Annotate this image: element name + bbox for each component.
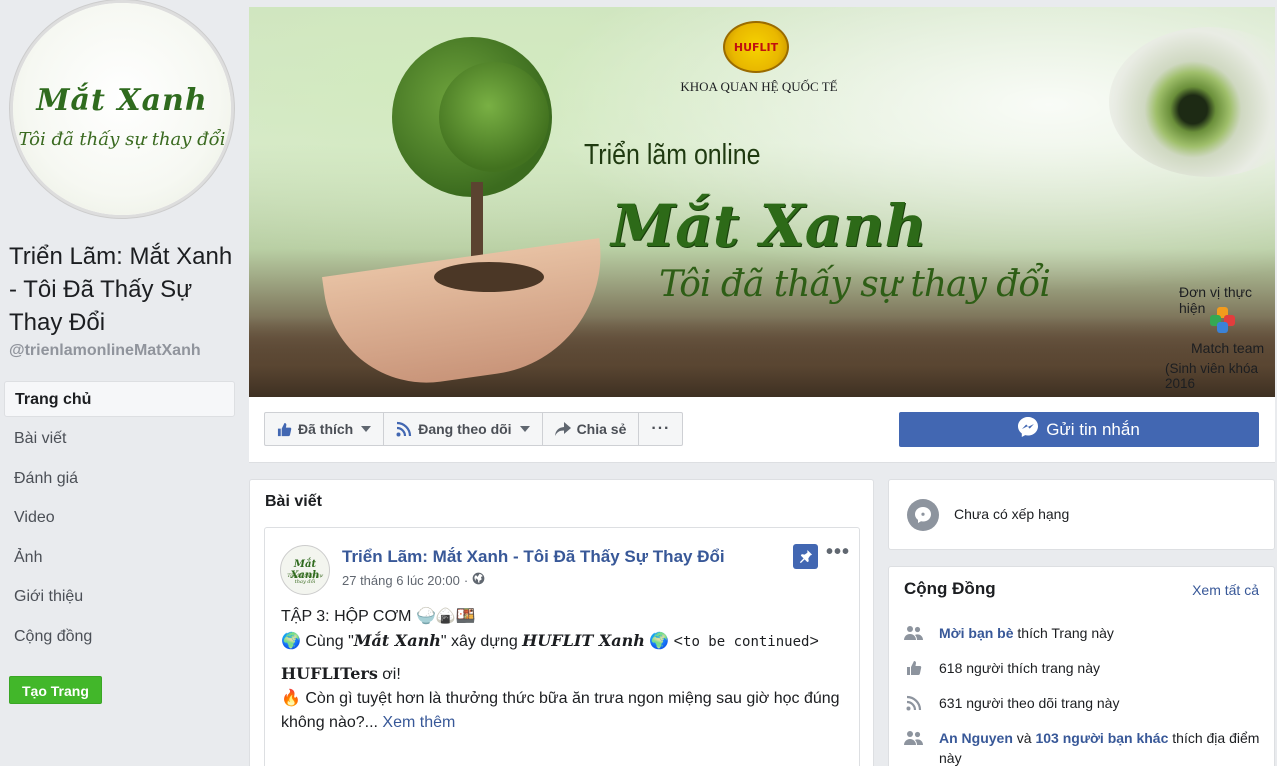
- cover-subtitle: Tôi đã thấy sự thay đổi: [659, 264, 1051, 305]
- messenger-icon: [1018, 417, 1039, 442]
- rating-card: Chưa có xếp hạng: [888, 479, 1275, 550]
- more-options-button[interactable]: ···: [639, 413, 682, 445]
- send-message-button[interactable]: Gửi tin nhắn: [899, 412, 1259, 447]
- community-invite-row: Mời bạn bè thích Trang này: [904, 623, 1264, 643]
- other-friends-link[interactable]: 103 người bạn khác: [1035, 730, 1168, 746]
- chevron-down-icon: [519, 426, 530, 432]
- friend-name-link[interactable]: An Nguyen: [939, 730, 1013, 746]
- post-line-2-mid: " xây dựng: [440, 633, 523, 650]
- send-message-label: Gửi tin nhắn: [1046, 419, 1140, 439]
- post-line-2-end: >: [809, 633, 819, 650]
- page-title[interactable]: Triển Lãm: Mắt Xanh - Tôi Đã Thấy Sự Tha…: [9, 240, 239, 339]
- nav-item-posts[interactable]: Bài viết: [4, 421, 235, 461]
- globe-icon[interactable]: [472, 572, 485, 588]
- community-friends-row: An Nguyen và 103 người bạn khác thích đị…: [904, 728, 1264, 766]
- share-button[interactable]: Chia sẻ: [543, 413, 640, 445]
- friends-icon: [904, 623, 924, 643]
- post-options-icon[interactable]: •••: [826, 541, 850, 564]
- post-line-2: 🌍 Cùng "Mắt Xanh" xây dựng HUFLIT Xanh 🌍…: [281, 629, 841, 654]
- see-all-link[interactable]: Xem tất cả: [1192, 582, 1259, 598]
- likes-count: 618 người thích trang này: [939, 660, 1100, 676]
- rating-status: Chưa có xếp hạng: [954, 506, 1070, 522]
- invite-rest: thích Trang này: [1017, 625, 1114, 641]
- create-page-button[interactable]: Tạo Trang: [9, 676, 102, 704]
- post-author-avatar[interactable]: Mắt Xanh Tôi đã thấy sự thay đổi: [280, 545, 330, 595]
- posts-heading: Bài viết: [265, 493, 322, 510]
- nav-item-videos[interactable]: Video: [4, 500, 235, 540]
- pinned-post: Mắt Xanh Tôi đã thấy sự thay đổi Triển L…: [264, 527, 860, 766]
- post-line-4-text: 🔥 Còn gì tuyệt hơn là thưởng thức bữa ăn…: [281, 690, 840, 731]
- post-timestamp[interactable]: 27 tháng 6 lúc 20:00: [342, 573, 460, 588]
- community-follows-row: 631 người theo dõi trang này: [904, 693, 1264, 713]
- friends-icon: [904, 728, 924, 766]
- post-greeting-rest: ơi!: [377, 666, 401, 683]
- cover-team: Match team: [1191, 340, 1265, 356]
- nav-item-home[interactable]: Trang chủ: [4, 381, 235, 417]
- liked-button[interactable]: Đã thích: [265, 413, 385, 445]
- cover-kicker: Triển lãm online: [584, 139, 761, 171]
- see-more-link[interactable]: Xem thêm: [382, 714, 455, 731]
- thumbs-up-icon: [904, 658, 924, 678]
- cover-photo[interactable]: HUFLIT KHOA QUAN HỆ QUỐC TẾ Triển lãm on…: [249, 7, 1275, 397]
- more-dots-icon: ···: [651, 420, 671, 437]
- post-line-3: HUFLITers ơi!: [281, 662, 841, 687]
- profile-picture-title: Mắt Xanh: [36, 83, 208, 118]
- nav-item-photos[interactable]: Ảnh: [4, 540, 235, 580]
- profile-picture-subtitle: Tôi đã thấy sự thay đổi: [18, 129, 226, 150]
- meta-separator: ·: [463, 572, 469, 588]
- share-arrow-icon: [554, 422, 571, 436]
- post-brand-1: Mắt Xanh: [353, 631, 441, 650]
- community-card: Cộng Đồng Xem tất cả Mời bạn bè thích Tr…: [888, 566, 1275, 766]
- post-line-title: TẬP 3: HỘP CƠM 🍚🍙🍱: [281, 608, 476, 625]
- huflit-logo: HUFLIT: [723, 21, 789, 73]
- community-likes-row: 618 người thích trang này: [904, 658, 1264, 678]
- left-sidebar: Mắt Xanh Tôi đã thấy sự thay đổi Triển L…: [0, 0, 248, 766]
- cover-title: Mắt Xanh: [611, 192, 927, 260]
- page-navigation: Trang chủ Bài viết Đánh giá Video Ảnh Gi…: [4, 381, 235, 658]
- rss-icon: [904, 693, 924, 713]
- post-greeting-bold: HUFLITers: [281, 664, 378, 683]
- post-avatar-subtitle: Tôi đã thấy sự thay đổi: [287, 573, 323, 585]
- review-bubble-icon: [907, 499, 939, 531]
- invite-friends-link[interactable]: Mời bạn bè: [939, 625, 1014, 641]
- profile-picture[interactable]: Mắt Xanh Tôi đã thấy sự thay đổi: [10, 0, 234, 218]
- action-button-group: Đã thích Đang theo dõi Chia sẻ ···: [264, 412, 684, 446]
- post-line-2-post: 🌍 <: [644, 633, 684, 650]
- following-label: Đang theo dõi: [418, 421, 512, 437]
- post-line-4: 🔥 Còn gì tuyệt hơn là thưởng thức bữa ăn…: [281, 687, 841, 735]
- thumbs-up-icon: [277, 422, 292, 437]
- post-text: TẬP 3: HỘP CƠM 🍚🍙🍱 🌍 Cùng "Mắt Xanh" xây…: [281, 605, 841, 735]
- cover-team-note: (Sinh viên khóa 2016: [1165, 361, 1259, 391]
- chevron-down-icon: [361, 426, 372, 432]
- nav-item-about[interactable]: Giới thiệu: [4, 579, 235, 619]
- cover-department: KHOA QUAN HỆ QUỐC TẾ: [680, 79, 838, 94]
- friend-and: và: [1016, 730, 1032, 746]
- page-username[interactable]: @trienlamonlineMatXanh: [9, 342, 201, 360]
- nav-item-community[interactable]: Cộng đồng: [4, 619, 235, 659]
- following-button[interactable]: Đang theo dõi: [384, 413, 543, 445]
- post-continued: to be continued: [683, 634, 810, 650]
- puzzle-icon: [1210, 307, 1236, 333]
- community-title: Cộng Đồng: [904, 579, 996, 598]
- posts-section: Bài viết Mắt Xanh Tôi đã thấy sự thay đổ…: [249, 479, 874, 766]
- rss-icon: [396, 421, 412, 437]
- post-line-2-start: 🌍 Cùng ": [281, 633, 354, 650]
- post-brand-2: HUFLIT Xanh: [522, 631, 645, 650]
- follows-count: 631 người theo dõi trang này: [939, 695, 1120, 711]
- page-action-bar: Đã thích Đang theo dõi Chia sẻ ··· Gửi t…: [249, 397, 1275, 463]
- nav-item-reviews[interactable]: Đánh giá: [4, 461, 235, 501]
- pin-icon[interactable]: [793, 544, 818, 569]
- liked-label: Đã thích: [298, 421, 354, 437]
- post-author-name[interactable]: Triển Lãm: Mắt Xanh - Tôi Đã Thấy Sự Tha…: [342, 547, 725, 567]
- logo-text: HUFLIT: [733, 41, 779, 54]
- post-meta: 27 tháng 6 lúc 20:00 ·: [342, 572, 485, 588]
- share-label: Chia sẻ: [576, 421, 627, 437]
